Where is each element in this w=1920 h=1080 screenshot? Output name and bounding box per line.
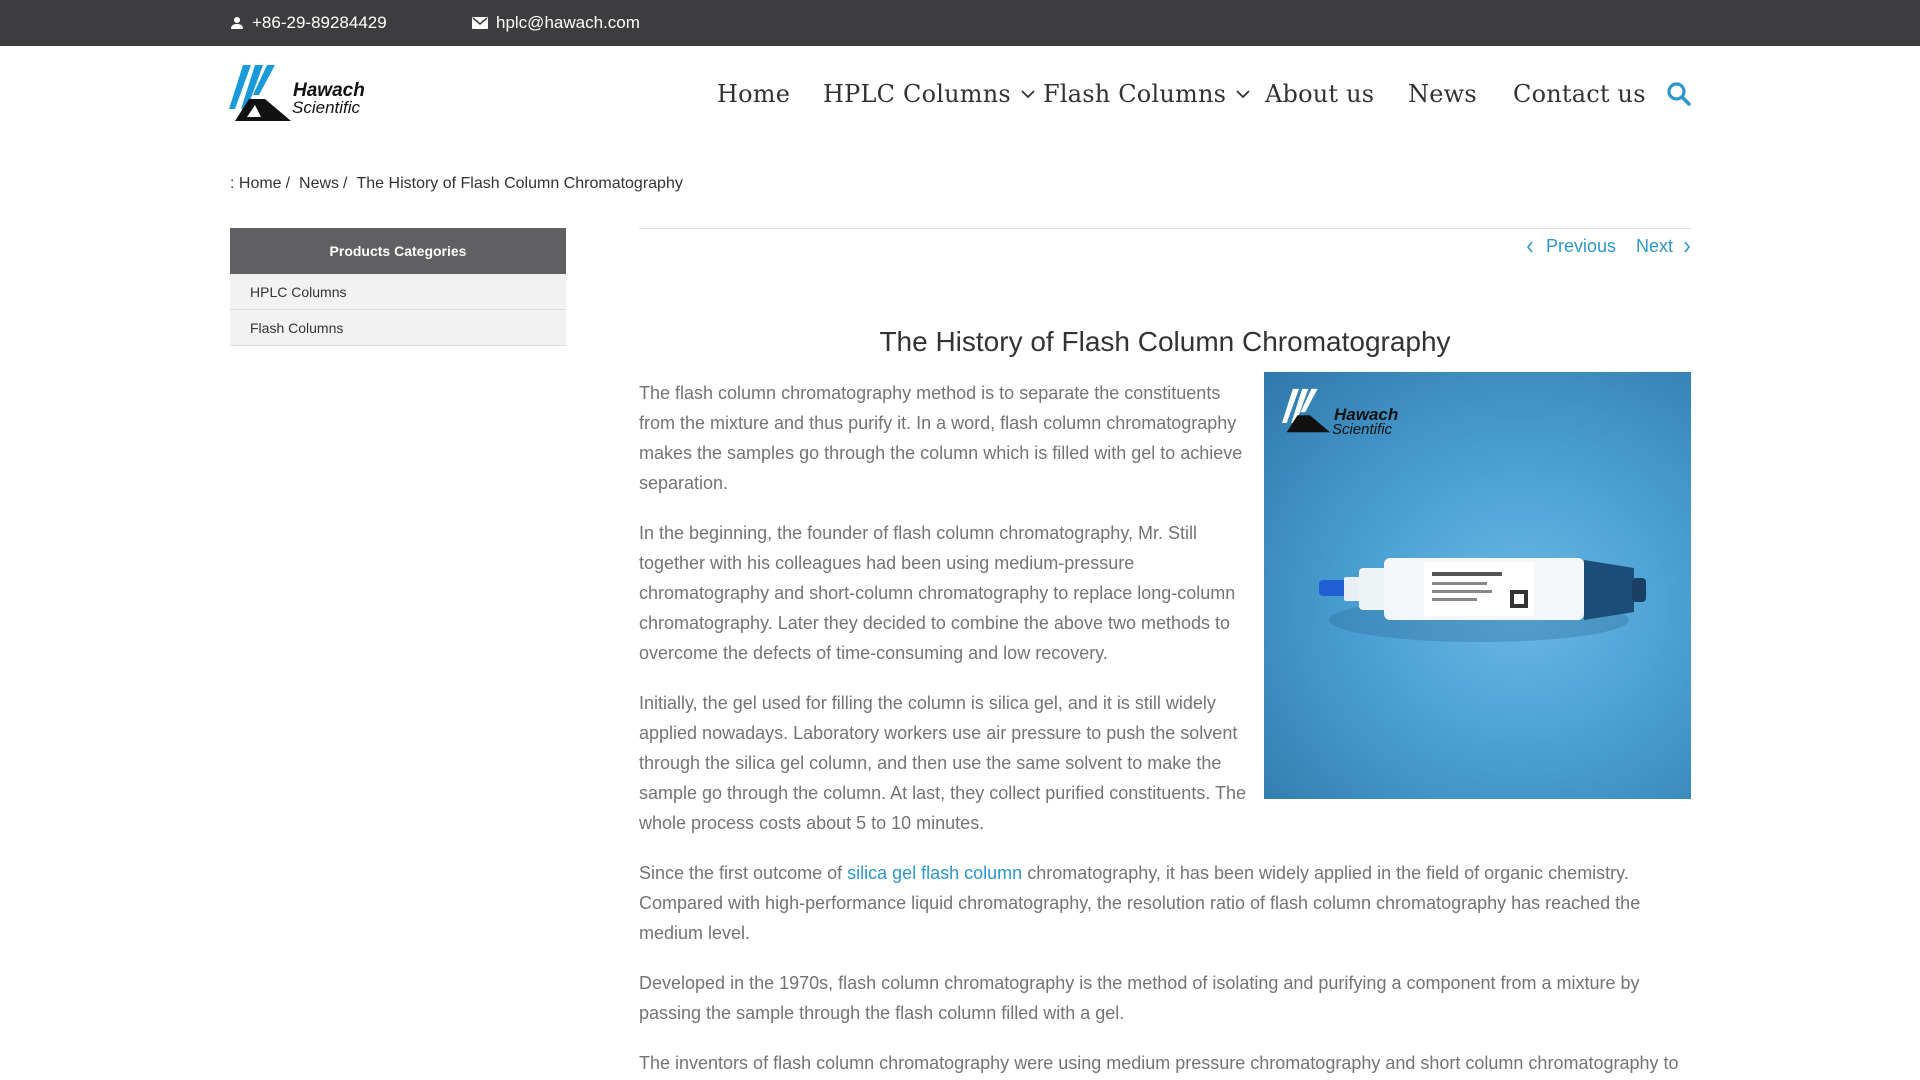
envelope-icon xyxy=(472,17,488,29)
next-label: Next xyxy=(1635,236,1673,256)
nav-news[interactable]: News xyxy=(1408,80,1477,108)
nav-flash-columns-label: Flash Columns xyxy=(1043,80,1227,108)
person-icon xyxy=(231,17,243,29)
breadcrumb-separator: / xyxy=(285,175,291,192)
post-title: The History of Flash Column Chromatograp… xyxy=(879,326,1451,357)
paragraph-text: Since the first outcome of xyxy=(639,863,848,883)
paragraph: Initially, the gel used for filling the … xyxy=(639,693,1247,833)
chevron-down-icon xyxy=(1236,90,1250,99)
nav-contact-us[interactable]: Contact us xyxy=(1513,80,1646,108)
next-link[interactable]: Next xyxy=(1636,236,1691,257)
breadcrumb-news[interactable]: News xyxy=(299,175,339,193)
nav-about-us-label: About us xyxy=(1265,80,1375,108)
breadcrumb-home[interactable]: : Home xyxy=(230,175,282,193)
top-email[interactable]: hplc@hawach.com xyxy=(472,0,640,46)
site-header: Hawach Scientific Home HPLC Columns Flas… xyxy=(0,46,1920,140)
paragraph: The flash column chromatography method i… xyxy=(639,383,1243,493)
breadcrumb-separator: / xyxy=(343,175,348,192)
nav-home-label: Home xyxy=(717,80,791,108)
nav-flash-columns[interactable]: Flash Columns xyxy=(1043,80,1250,108)
top-phone[interactable]: +86-29-89284429 xyxy=(230,0,387,46)
paragraph: In the beginning, the founder of flash c… xyxy=(639,523,1236,663)
breadcrumb-current: The History of Flash Column Chromatograp… xyxy=(356,175,683,192)
top-bar: +86-29-89284429 hplc@hawach.com xyxy=(0,0,1920,46)
chevron-right-icon xyxy=(1684,241,1691,252)
sidebar-heading: Products Categories xyxy=(230,228,566,274)
paragraph: Since the first outcome of silica gel fl… xyxy=(639,858,1691,948)
logo-mark xyxy=(229,65,291,121)
post-pager: Previous Next xyxy=(1526,236,1691,257)
sidebar: Products Categories HPLC Columns Flash C… xyxy=(230,228,566,346)
email-address: hplc@hawach.com xyxy=(496,13,640,32)
nav-home[interactable]: Home xyxy=(717,80,790,108)
sidebar-item-flash-columns[interactable]: Flash Columns xyxy=(230,310,566,346)
paragraph: The inventors of flash column chromatogr… xyxy=(639,1053,1679,1073)
silica-gel-flash-column-link[interactable]: silica gel flash column xyxy=(847,863,1022,883)
previous-link[interactable]: Previous xyxy=(1526,236,1616,257)
site-logo[interactable]: Hawach Scientific xyxy=(229,65,374,122)
paragraph: Developed in the 1970s, flash column chr… xyxy=(639,973,1640,1023)
sidebar-item-label: HPLC Columns xyxy=(250,283,347,300)
divider xyxy=(639,228,1691,229)
nav-hplc-columns-label: HPLC Columns xyxy=(823,80,1011,108)
sidebar-item-hplc-columns[interactable]: HPLC Columns xyxy=(230,274,566,310)
search-icon xyxy=(1667,82,1691,106)
logo-text-scientific: Scientific xyxy=(292,98,361,117)
search-button[interactable] xyxy=(1666,81,1692,107)
post-body: The flash column chromatography method i… xyxy=(639,378,1691,1080)
nav-news-label: News xyxy=(1408,80,1477,108)
chevron-left-icon xyxy=(1526,241,1533,252)
nav-contact-us-label: Contact us xyxy=(1513,80,1646,108)
previous-label: Previous xyxy=(1545,236,1616,256)
nav-about-us[interactable]: About us xyxy=(1265,80,1374,108)
chevron-down-icon xyxy=(1021,90,1035,99)
nav-hplc-columns[interactable]: HPLC Columns xyxy=(823,80,1035,108)
breadcrumb: : Home / News / The History of Flash Col… xyxy=(230,175,683,193)
sidebar-item-label: Flash Columns xyxy=(250,319,344,336)
phone-number: +86-29-89284429 xyxy=(252,13,387,32)
